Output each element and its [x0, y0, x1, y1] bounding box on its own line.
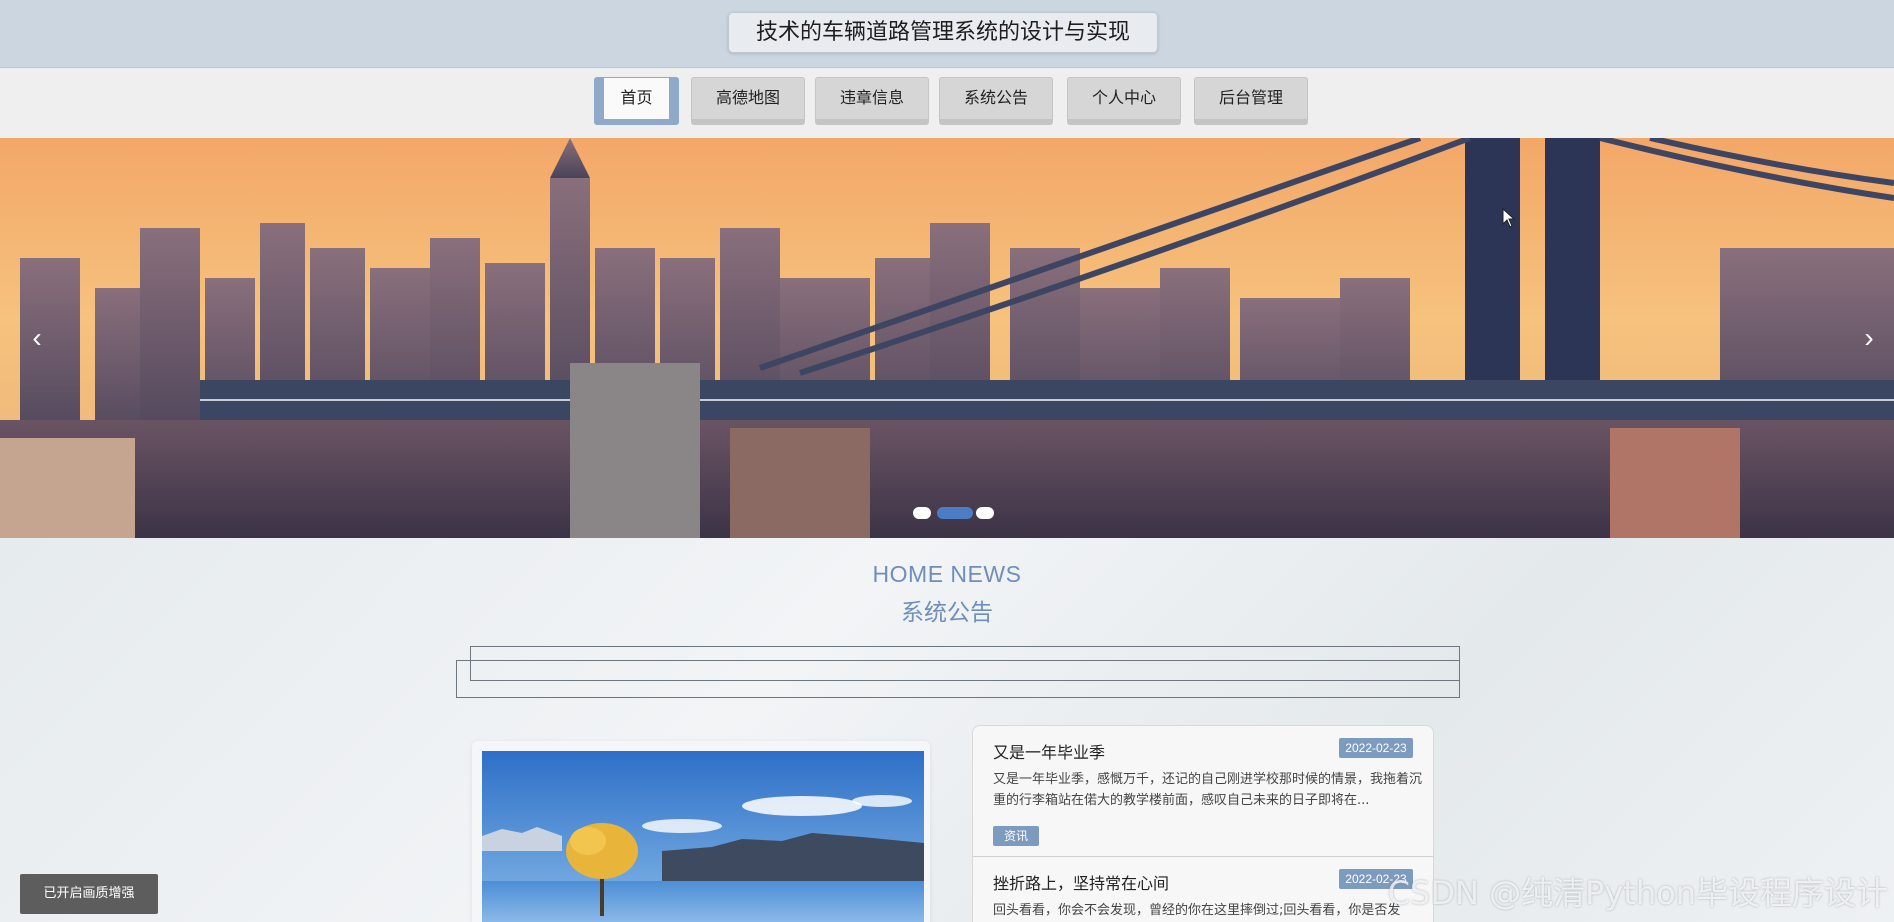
- news-title[interactable]: 挫折路上，坚持常在心间: [993, 870, 1169, 894]
- section-en-title: HOME NEWS: [872, 561, 1022, 587]
- nav-item-amap[interactable]: 高德地图: [691, 77, 805, 125]
- news-description: 又是一年毕业季，感慨万千，还记的自己刚进学校那时候的情景，我拖着沉重的行李箱站在…: [993, 772, 1423, 808]
- news-title[interactable]: 又是一年毕业季: [993, 739, 1105, 763]
- news-item[interactable]: 又是一年毕业季 2022-02-23 又是一年毕业季，感慨万千，还记的自己刚进学…: [973, 726, 1433, 856]
- home-news-section: HOME NEWS 系统公告 又是一年毕业季 2022-02-23 又是一年毕业…: [0, 538, 1894, 922]
- decorative-frame-bottom: [456, 660, 1460, 698]
- banner-carousel[interactable]: ‹ ›: [0, 138, 1894, 538]
- lake-tree-image: [482, 751, 924, 922]
- carousel-dot-3[interactable]: [976, 507, 994, 519]
- news-tag-badge[interactable]: 资讯: [993, 826, 1039, 846]
- mouse-cursor-icon: [1502, 208, 1516, 228]
- carousel-prev-button[interactable]: ‹: [22, 318, 52, 358]
- nav-item-admin[interactable]: 后台管理: [1194, 77, 1308, 125]
- watermark-text: CSDN @纯清Python毕设程序设计: [1387, 874, 1888, 912]
- nav-item-announcements[interactable]: 系统公告: [939, 77, 1053, 125]
- quality-enhance-button[interactable]: 已开启画质增强: [20, 874, 158, 914]
- top-header: 技术的车辆道路管理系统的设计与实现: [0, 0, 1894, 68]
- chevron-left-icon: ‹: [32, 322, 42, 353]
- carousel-next-button[interactable]: ›: [1854, 318, 1884, 358]
- section-title: 系统公告: [901, 600, 993, 626]
- chevron-right-icon: ›: [1864, 322, 1874, 353]
- nav-item-violations[interactable]: 违章信息: [815, 77, 929, 125]
- carousel-dot-2[interactable]: [937, 507, 973, 519]
- site-title: 技术的车辆道路管理系统的设计与实现: [728, 12, 1158, 53]
- nav-item-home[interactable]: 首页: [594, 77, 679, 125]
- carousel-dot-1[interactable]: [913, 507, 931, 519]
- feature-image-card[interactable]: [472, 741, 930, 922]
- city-bridge-banner-image: [0, 138, 1894, 538]
- news-date-badge: 2022-02-23: [1339, 738, 1413, 758]
- main-nav: 首页 高德地图 违章信息 系统公告 个人中心 后台管理: [0, 69, 1894, 138]
- nav-item-profile[interactable]: 个人中心: [1067, 77, 1181, 125]
